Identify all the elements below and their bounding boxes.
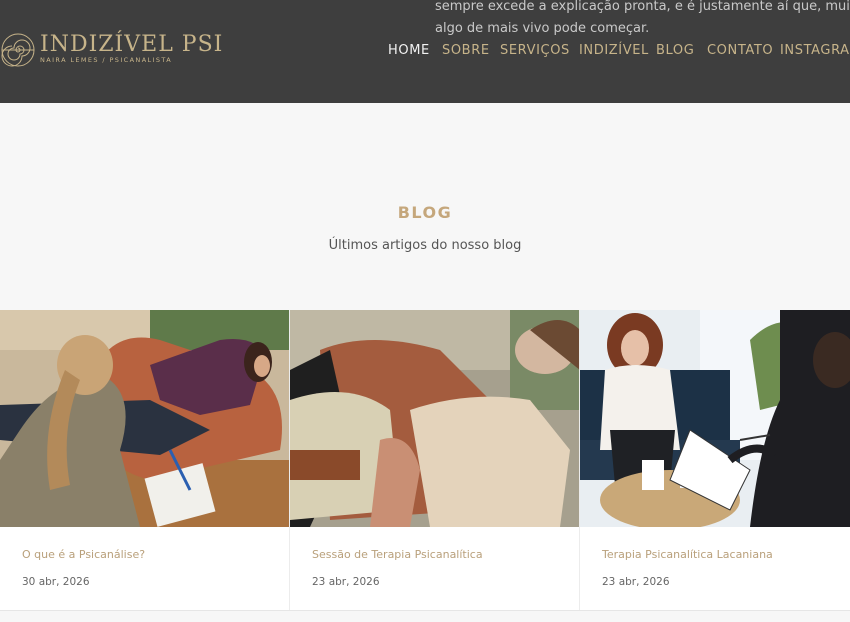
post-thumbnail-image[interactable]	[580, 310, 850, 527]
overlay-text: sempre excede a explicação pronta, e é j…	[435, 0, 850, 40]
main-nav: HOME SOBRE SERVIÇOS INDIZÍVEL BLOG CONTA…	[0, 43, 850, 61]
nav-indizivel[interactable]: INDIZÍVEL	[579, 43, 649, 58]
section-divider	[0, 610, 850, 611]
post-title-link[interactable]: Terapia Psicanalítica Lacaniana	[602, 548, 773, 561]
post-date: 30 abr, 2026	[22, 576, 90, 588]
overlay-line-1: sempre excede a explicação pronta, e é j…	[435, 0, 850, 14]
nav-blog[interactable]: BLOG	[656, 43, 694, 58]
blog-posts-grid: O que é a Psicanálise? 30 abr, 2026 Sess…	[0, 310, 850, 610]
post-thumbnail-image[interactable]	[0, 310, 289, 527]
blog-post-card[interactable]: Sessão de Terapia Psicanalítica 23 abr, …	[290, 310, 580, 610]
post-title-link[interactable]: Sessão de Terapia Psicanalítica	[312, 548, 483, 561]
site-header: sempre excede a explicação pronta, e é j…	[0, 0, 850, 103]
nav-instagram[interactable]: INSTAGRAM	[780, 43, 850, 58]
post-date: 23 abr, 2026	[602, 576, 670, 588]
overlay-line-2: algo de mais vivo pode começar.	[435, 21, 650, 36]
post-thumbnail-image[interactable]	[290, 310, 579, 527]
nav-sobre[interactable]: SOBRE	[442, 43, 490, 58]
blog-post-card[interactable]: Terapia Psicanalítica Lacaniana 23 abr, …	[580, 310, 850, 610]
blog-section-subtitle: Últimos artigos do nosso blog	[328, 238, 522, 253]
post-date: 23 abr, 2026	[312, 576, 380, 588]
nav-contato[interactable]: CONTATO	[707, 43, 773, 58]
blog-post-card[interactable]: O que é a Psicanálise? 30 abr, 2026	[0, 310, 290, 610]
nav-home[interactable]: HOME	[388, 43, 430, 58]
post-title-link[interactable]: O que é a Psicanálise?	[22, 548, 145, 561]
nav-servicos[interactable]: SERVIÇOS	[500, 43, 570, 58]
blog-section-title: BLOG	[397, 203, 453, 222]
